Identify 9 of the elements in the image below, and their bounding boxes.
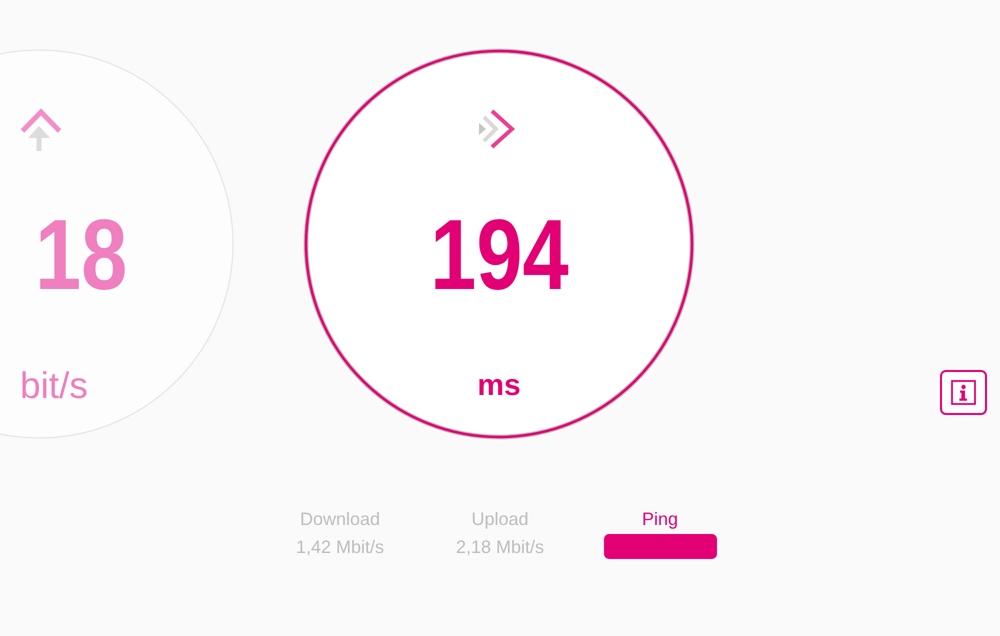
info-button[interactable]: [940, 370, 987, 415]
gauge-value: 18: [35, 205, 128, 305]
tab[interactable]: Ping: [600, 508, 720, 559]
info-icon: [951, 380, 976, 405]
tab[interactable]: Download 1,42 Mbit/s: [280, 508, 400, 559]
tab[interactable]: Upload 2,18 Mbit/s: [440, 508, 560, 559]
gauge-unit: ms: [477, 368, 521, 404]
gauge-unit: bit/s: [20, 366, 88, 406]
gauge-value: 194: [430, 205, 568, 305]
